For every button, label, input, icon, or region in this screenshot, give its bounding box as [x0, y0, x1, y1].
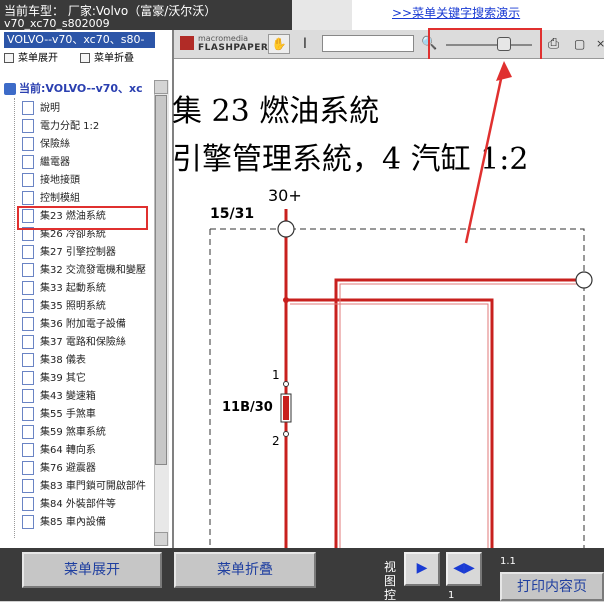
- document-icon: [22, 425, 34, 439]
- tree-item[interactable]: 集59 煞車系統: [22, 424, 106, 442]
- zoom-highlight-box: [428, 28, 542, 62]
- document-icon: [22, 515, 34, 529]
- tree-item[interactable]: 集43 變速箱: [22, 388, 96, 406]
- document-icon: [22, 191, 34, 205]
- tree-item[interactable]: 集83 車門鎖可開啟部件: [22, 478, 146, 496]
- collapse-menu-button[interactable]: 菜单折叠: [174, 552, 316, 588]
- page-number: 1: [448, 590, 455, 601]
- document-icon: [22, 245, 34, 259]
- tree-root[interactable]: 当前:VOLVO--v70、xc: [4, 80, 143, 98]
- tree-toolbar: 菜单展开 菜单折叠: [4, 51, 154, 67]
- annotation-arrow: [464, 61, 512, 244]
- document-icon: [22, 479, 34, 493]
- view-split-button[interactable]: ◀▶: [446, 552, 482, 586]
- tree-item[interactable]: 集85 車內設備: [22, 514, 106, 532]
- tree-item[interactable]: 集55 手煞車: [22, 406, 96, 424]
- search-demo-link[interactable]: >>菜单关键字搜索演示: [392, 4, 520, 21]
- document-icon: [22, 317, 34, 331]
- document-icon: [22, 407, 34, 421]
- arrow-right-icon: ▶: [416, 560, 428, 576]
- tree-item[interactable]: 集35 照明系統: [22, 298, 106, 316]
- tree-item[interactable]: 電力分配 1:2: [22, 118, 99, 136]
- tree-item[interactable]: 接地接頭: [22, 172, 80, 190]
- tree-item[interactable]: 集76 避震器: [22, 460, 96, 478]
- document-icon: [22, 461, 34, 475]
- scroll-down-arrow-icon[interactable]: [154, 532, 168, 546]
- document-icon: [22, 371, 34, 385]
- tree-connector: [14, 98, 15, 538]
- document-icon: [22, 443, 34, 457]
- document-icon: [22, 173, 34, 187]
- pin-dot: [283, 431, 289, 437]
- expand-menu-button[interactable]: 菜单展开: [22, 552, 162, 588]
- tree-item[interactable]: 說明: [22, 100, 60, 118]
- arrow-shaft: [464, 64, 506, 244]
- document-icon: [22, 137, 34, 151]
- tree-expand-button[interactable]: 菜单展开: [4, 51, 58, 67]
- split-view-icon: ◀▶: [453, 560, 475, 576]
- tree-item[interactable]: 集38 儀表: [22, 352, 86, 370]
- document-icon: [22, 497, 34, 511]
- tree-item[interactable]: 集36 附加電子設備: [22, 316, 126, 334]
- more-icon[interactable]: ×: [596, 34, 604, 54]
- view-control-label: 视图控: [384, 560, 397, 602]
- document-icon: [22, 281, 34, 295]
- wire-branch: [286, 298, 494, 550]
- document-icon: [22, 101, 34, 115]
- tree-item[interactable]: 集27 引擎控制器: [22, 244, 116, 262]
- tree-item[interactable]: 集84 外裝部件等: [22, 496, 116, 514]
- chapter-tree: 当前:VOLVO--v70、xc 說明 電力分配 1:2 保險絲 繼電器 接地接…: [4, 80, 154, 540]
- scroll-thumb[interactable]: [155, 95, 167, 465]
- tree-collapse-button[interactable]: 菜单折叠: [80, 51, 134, 67]
- view-single-button[interactable]: ▶: [404, 552, 440, 586]
- mascot-icon: [292, 0, 352, 30]
- model-code-label: v70_xc70_s802009: [4, 17, 110, 30]
- scroll-up-arrow-icon[interactable]: [154, 80, 168, 94]
- tree-item[interactable]: 保險絲: [22, 136, 70, 154]
- tree-item[interactable]: 集33 起動系統: [22, 280, 106, 298]
- tree-item[interactable]: 集32 交流發電機和變壓: [22, 262, 146, 280]
- print-content-button[interactable]: 打印内容页: [500, 572, 604, 601]
- arrow-head: [496, 61, 512, 81]
- document-icon: [22, 335, 34, 349]
- pin1-label: 1: [272, 368, 280, 382]
- collapse-icon: [80, 53, 90, 63]
- globe-icon: [4, 83, 16, 95]
- document-icon: [22, 353, 34, 367]
- flashpaper-logo-icon: [180, 36, 194, 50]
- dashed-boundary: [210, 228, 585, 550]
- tree-item[interactable]: 繼電器: [22, 154, 70, 172]
- document-icon: [22, 155, 34, 169]
- fuse-label: 11B/30: [222, 400, 273, 415]
- fit-page-icon[interactable]: ▢: [574, 34, 588, 54]
- terminal-right: [575, 271, 593, 289]
- junction-dot: [283, 297, 289, 303]
- wire-feed: [334, 278, 584, 550]
- document-icon: [22, 299, 34, 313]
- tree-item[interactable]: 集64 轉向系: [22, 442, 96, 460]
- car-model-tab[interactable]: VOLVO--v70、xc70、s80-: [4, 32, 155, 48]
- tree-item[interactable]: 集37 電路和保險絲: [22, 334, 126, 352]
- selection-highlight-box: [17, 206, 148, 230]
- hand-tool-icon[interactable]: ✋: [268, 34, 290, 54]
- document-icon: [22, 119, 34, 133]
- flashpaper-logo: macromedia FLASHPAPER: [180, 34, 268, 54]
- print-icon[interactable]: ⎙: [548, 34, 566, 54]
- pin2-label: 2: [272, 434, 280, 448]
- document-icon: [22, 389, 34, 403]
- tree-item[interactable]: 集39 其它: [22, 370, 86, 388]
- expand-icon: [4, 53, 14, 63]
- page-number-input[interactable]: [322, 35, 414, 52]
- document-icon: [22, 263, 34, 277]
- text-select-icon[interactable]: I: [298, 34, 312, 54]
- pin-dot: [283, 381, 289, 387]
- page-indicator: 1.1: [500, 556, 516, 567]
